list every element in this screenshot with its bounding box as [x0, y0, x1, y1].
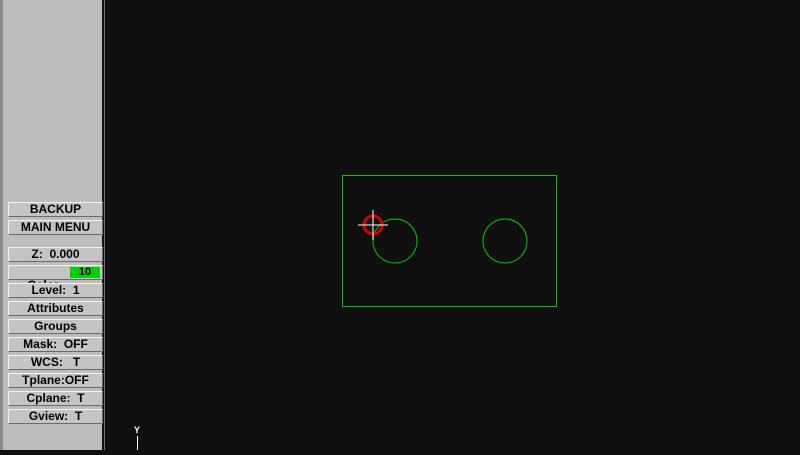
circle-geometry-left[interactable]	[372, 218, 418, 264]
viewport-svg	[342, 175, 557, 307]
axis-y-line	[137, 436, 138, 450]
main-menu-button[interactable]: MAIN MENU	[8, 220, 103, 235]
axis-y-label: Y	[134, 425, 141, 435]
graphics-viewport[interactable]	[102, 0, 800, 450]
level-button[interactable]: Level: 1	[8, 283, 103, 298]
backup-button[interactable]: BACKUP	[8, 202, 103, 217]
left-menu-panel: BACKUP MAIN MENU Z: 0.000 Color: 10 Leve…	[0, 0, 105, 450]
gview-button[interactable]: Gview: T	[8, 409, 103, 424]
attributes-button[interactable]: Attributes	[8, 301, 103, 316]
groups-button[interactable]: Groups	[8, 319, 103, 334]
cplane-button[interactable]: Cplane: T	[8, 391, 103, 406]
z-depth-button[interactable]: Z: 0.000	[8, 247, 103, 262]
color-swatch: 10	[70, 267, 100, 278]
rectangle-geometry[interactable]	[342, 175, 557, 307]
crosshair-cursor-icon	[358, 210, 388, 240]
circle-geometry-right[interactable]	[482, 218, 528, 264]
color-button[interactable]: Color: 10	[8, 265, 103, 292]
mask-button[interactable]: Mask: OFF	[8, 337, 103, 352]
tplane-button[interactable]: Tplane:OFF	[8, 373, 103, 388]
wcs-button[interactable]: WCS: T	[8, 355, 103, 370]
